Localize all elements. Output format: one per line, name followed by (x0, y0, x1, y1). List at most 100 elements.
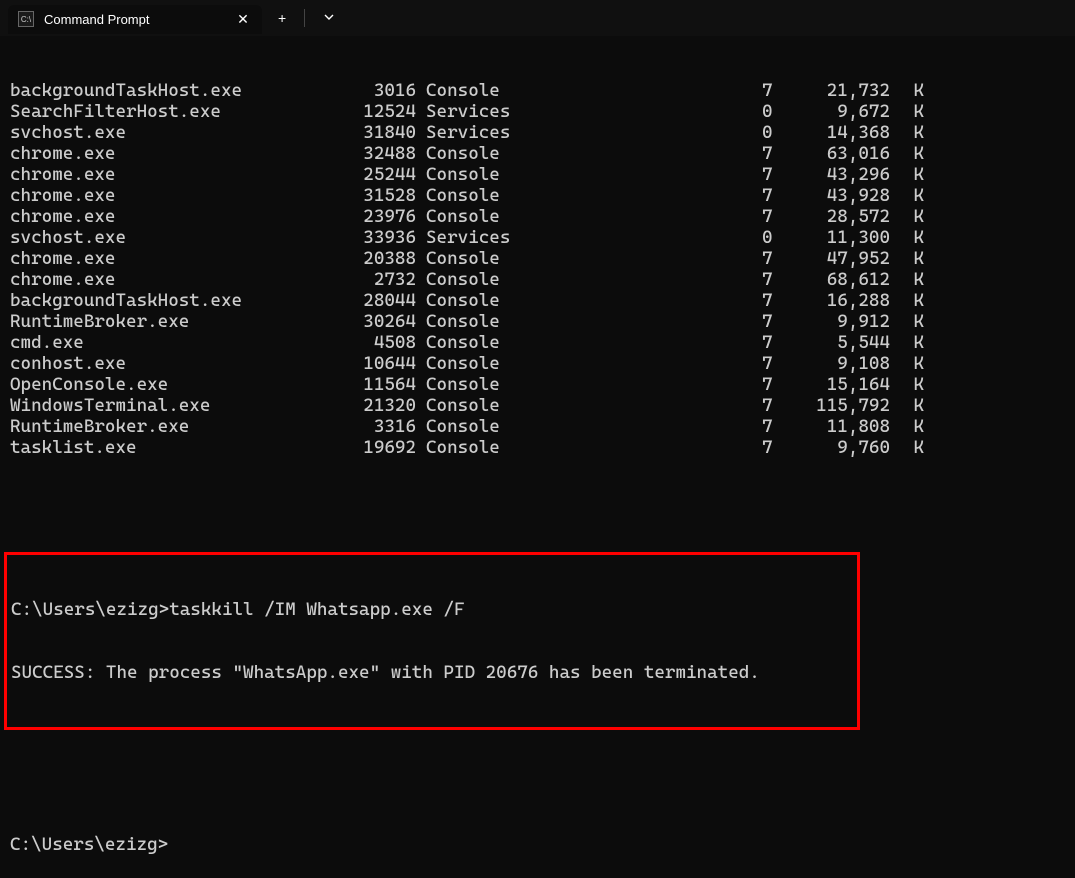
table-row: OpenConsole.exe11564 Console715,164K (10, 374, 1065, 395)
cell-sess (416, 80, 426, 101)
cell-pid: 4508 (332, 332, 416, 353)
table-row: svchost.exe33936 Services011,300K (10, 227, 1065, 248)
cell-mem: 9,108 (772, 353, 890, 374)
table-row: cmd.exe4508 Console75,544K (10, 332, 1065, 353)
cell-mem: 9,760 (772, 437, 890, 458)
cell-pid: 30264 (332, 311, 416, 332)
cell-pid: 21320 (332, 395, 416, 416)
table-row: SearchFilterHost.exe12524 Services09,672… (10, 101, 1065, 122)
cell-sess (416, 143, 426, 164)
cell-unit: K (890, 290, 924, 311)
table-row: chrome.exe25244 Console743,296K (10, 164, 1065, 185)
cell-session: Console (426, 311, 762, 332)
cell-pid: 12524 (332, 101, 416, 122)
prompt[interactable]: C:\Users\ezizg> (10, 834, 1065, 855)
cell-name: WindowsTerminal.exe (10, 395, 332, 416)
cell-session: Console (426, 395, 762, 416)
cmd-icon: C:\ (18, 11, 34, 27)
terminal-output[interactable]: backgroundTaskHost.exe3016 Console721,73… (0, 36, 1075, 878)
cell-pid: 3316 (332, 416, 416, 437)
cell-pid: 25244 (332, 164, 416, 185)
table-row: WindowsTerminal.exe21320 Console7115,792… (10, 395, 1065, 416)
cell-mem: 43,928 (772, 185, 890, 206)
cell-unit: K (890, 122, 924, 143)
cell-sessnum: 7 (762, 395, 772, 416)
cell-name: svchost.exe (10, 122, 332, 143)
cell-mem: 9,672 (772, 101, 890, 122)
cell-unit: K (890, 185, 924, 206)
cell-sess (416, 416, 426, 437)
cell-session: Console (426, 206, 762, 227)
cell-sessnum: 7 (762, 353, 772, 374)
cell-sess (416, 395, 426, 416)
cell-pid: 31528 (332, 185, 416, 206)
cell-pid: 10644 (332, 353, 416, 374)
cell-unit: K (890, 332, 924, 353)
cell-unit: K (890, 164, 924, 185)
new-tab-button[interactable]: + (268, 8, 296, 28)
cell-mem: 5,544 (772, 332, 890, 353)
cell-session: Console (426, 143, 762, 164)
cell-unit: K (890, 395, 924, 416)
cell-session: Console (426, 164, 762, 185)
table-row: chrome.exe2732 Console768,612K (10, 269, 1065, 290)
cell-session: Services (426, 122, 762, 143)
cell-mem: 16,288 (772, 290, 890, 311)
cell-sess (416, 269, 426, 290)
cell-unit: K (890, 437, 924, 458)
cell-sessnum: 7 (762, 416, 772, 437)
cell-name: tasklist.exe (10, 437, 332, 458)
cell-pid: 20388 (332, 248, 416, 269)
cell-sessnum: 7 (762, 248, 772, 269)
cell-name: svchost.exe (10, 227, 332, 248)
highlighted-command-block: C:\Users\ezizg>taskkill /IM Whatsapp.exe… (4, 552, 860, 730)
cell-mem: 11,300 (772, 227, 890, 248)
cell-name: chrome.exe (10, 185, 332, 206)
cell-mem: 15,164 (772, 374, 890, 395)
cell-sess (416, 227, 426, 248)
close-icon[interactable]: ✕ (234, 11, 252, 28)
table-row: tasklist.exe19692 Console79,760K (10, 437, 1065, 458)
cell-sessnum: 7 (762, 185, 772, 206)
cell-sessnum: 7 (762, 269, 772, 290)
cell-sessnum: 7 (762, 164, 772, 185)
cell-pid: 31840 (332, 122, 416, 143)
cell-sess (416, 374, 426, 395)
cell-unit: K (890, 353, 924, 374)
cell-name: conhost.exe (10, 353, 332, 374)
tab-command-prompt[interactable]: C:\ Command Prompt ✕ (8, 5, 262, 34)
table-row: svchost.exe31840 Services014,368K (10, 122, 1065, 143)
cell-unit: K (890, 143, 924, 164)
cell-mem: 11,808 (772, 416, 890, 437)
cell-session: Services (426, 227, 762, 248)
cell-session: Console (426, 248, 762, 269)
table-row: backgroundTaskHost.exe28044 Console716,2… (10, 290, 1065, 311)
cell-unit: K (890, 269, 924, 290)
cell-unit: K (890, 416, 924, 437)
divider (304, 9, 305, 27)
cell-session: Console (426, 269, 762, 290)
cell-name: RuntimeBroker.exe (10, 311, 332, 332)
cell-unit: K (890, 227, 924, 248)
cell-session: Console (426, 185, 762, 206)
cell-unit: K (890, 80, 924, 101)
cell-name: chrome.exe (10, 143, 332, 164)
cell-session: Console (426, 80, 762, 101)
command-input-line: C:\Users\ezizg>taskkill /IM Whatsapp.exe… (11, 599, 853, 620)
cell-pid: 28044 (332, 290, 416, 311)
table-row: chrome.exe31528 Console743,928K (10, 185, 1065, 206)
cell-name: chrome.exe (10, 164, 332, 185)
cell-session: Console (426, 290, 762, 311)
cell-name: chrome.exe (10, 206, 332, 227)
cell-session: Console (426, 416, 762, 437)
cell-sess (416, 290, 426, 311)
cell-sess (416, 437, 426, 458)
cell-session: Console (426, 374, 762, 395)
cell-mem: 9,912 (772, 311, 890, 332)
cell-session: Console (426, 353, 762, 374)
cell-mem: 63,016 (772, 143, 890, 164)
cell-name: chrome.exe (10, 269, 332, 290)
tab-dropdown-button[interactable] (313, 8, 345, 28)
table-row: chrome.exe23976 Console728,572K (10, 206, 1065, 227)
cell-sess (416, 248, 426, 269)
